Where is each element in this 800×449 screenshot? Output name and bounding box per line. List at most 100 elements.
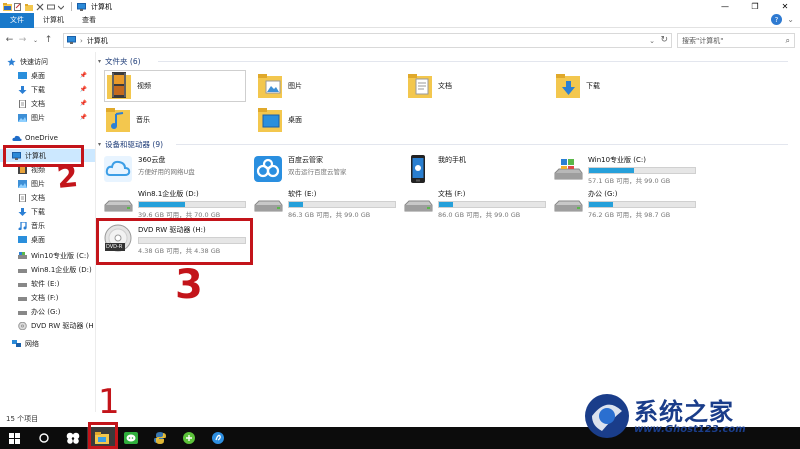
download-icon [18, 207, 27, 216]
nav-quick-desktop[interactable]: 桌面 📌 [0, 69, 95, 82]
nav-drive-f[interactable]: 文档 (F:) [0, 291, 95, 304]
windows-logo-icon [9, 432, 20, 444]
drive-icon [252, 188, 284, 218]
wechat-taskbar-button[interactable] [116, 427, 145, 449]
drive-usage-bar [288, 201, 396, 208]
window-title: 计算机 [91, 2, 112, 11]
nav-onedrive[interactable]: OneDrive [0, 131, 95, 144]
folder-desktop[interactable]: 桌面 [256, 104, 396, 136]
blue-circle-app-icon [211, 432, 224, 444]
blue-app-taskbar-button[interactable] [203, 427, 232, 449]
nav-network[interactable]: 网络 [0, 337, 95, 350]
nav-drive-dvd[interactable]: DVD RW 驱动器 (H [0, 319, 95, 332]
nav-drive-e[interactable]: 软件 (E:) [0, 277, 95, 290]
tab-computer[interactable]: 计算机 [34, 13, 73, 28]
address-bar[interactable]: › 计算机 ⌄ ↻ [63, 33, 672, 48]
folder-pictures[interactable]: 图片 [256, 70, 396, 102]
search-input[interactable]: 搜索"计算机" ⌕ [677, 33, 795, 48]
cloud-icon [12, 134, 22, 142]
python-taskbar-button[interactable] [145, 427, 174, 449]
nav-drive-d[interactable]: Win8.1企业版 (D:) [0, 263, 95, 276]
desktop-icon [18, 235, 27, 244]
minimize-button[interactable]: — [710, 0, 740, 13]
pin-icon[interactable]: 📌 [80, 72, 87, 79]
folder-downloads[interactable]: 下载 [554, 70, 694, 102]
baidu-cloud-icon [252, 154, 284, 184]
device-360-cloud[interactable]: 360云盘 方便好用的网络U盘 [102, 154, 252, 186]
collapse-chevron-icon[interactable]: ▾ [98, 58, 101, 65]
folder-music[interactable]: 音乐 [104, 104, 244, 136]
nav-quick-access[interactable]: 快速访问 [0, 55, 95, 68]
star-icon [7, 57, 16, 66]
up-arrow-icon[interactable]: ↑ [42, 35, 55, 45]
folders-group-header[interactable]: ▾ 文件夹 (6) [96, 55, 800, 67]
forward-arrow-icon[interactable]: → [16, 35, 29, 45]
folder-videos[interactable]: 视频 [104, 70, 246, 102]
drive-icon [552, 188, 584, 218]
nav-quick-documents[interactable]: 文档 📌 [0, 97, 95, 110]
drive-usage-bar [588, 167, 696, 174]
breadcrumb-computer[interactable]: 计算机 [87, 36, 108, 46]
recent-locations-icon[interactable]: ⌄ [29, 37, 42, 44]
device-baidu-cloud[interactable]: 百度云管家 双击运行百度云管家 [252, 154, 402, 186]
document-folder-icon [406, 71, 434, 101]
properties-icon[interactable] [14, 2, 22, 11]
chat-app-icon [123, 432, 138, 444]
expand-ribbon-icon[interactable]: ⌄ [787, 15, 794, 24]
cortana-circle-icon [38, 433, 49, 443]
tab-view[interactable]: 查看 [73, 13, 105, 28]
green-app-taskbar-button[interactable] [174, 427, 203, 449]
drive-icon [18, 280, 27, 288]
drive-icon [102, 188, 134, 218]
devices-group-header[interactable]: ▾ 设备和驱动器 (9) [96, 138, 800, 150]
rename-icon[interactable] [47, 3, 55, 11]
pinwheel-icon [66, 432, 79, 444]
delete-icon[interactable] [36, 3, 44, 11]
nav-drive-c[interactable]: Win10专业版 (C:) [0, 249, 95, 262]
nav-music[interactable]: 音乐 [0, 219, 95, 232]
start-button[interactable] [0, 427, 29, 449]
device-my-phone[interactable]: 我的手机 [402, 154, 552, 186]
pin-icon[interactable]: 📌 [80, 100, 87, 107]
nav-quick-downloads[interactable]: 下载 📌 [0, 83, 95, 96]
desktop-icon [18, 71, 27, 80]
close-button[interactable]: ✕ [770, 0, 800, 13]
back-arrow-icon[interactable]: ← [3, 35, 16, 45]
drive-d[interactable]: Win8.1企业版 (D:) 39.6 GB 可用，共 70.0 GB [102, 188, 252, 220]
refresh-icon[interactable]: ↻ [660, 35, 668, 45]
drive-icon [18, 294, 27, 302]
explorer-app-icon[interactable] [3, 2, 12, 11]
tab-file[interactable]: 文件 [0, 12, 34, 28]
document-icon [18, 99, 27, 108]
maximize-button[interactable]: ❐ [740, 0, 770, 13]
pin-icon[interactable]: 📌 [80, 86, 87, 93]
breadcrumb-separator[interactable]: › [80, 37, 83, 45]
new-folder-icon[interactable] [25, 3, 33, 11]
watermark-url: www.Ghost123.com [634, 424, 746, 435]
drive-f[interactable]: 文档 (F:) 86.0 GB 可用，共 99.0 GB [402, 188, 552, 220]
pin-icon[interactable]: 📌 [80, 114, 87, 121]
network-icon [12, 339, 21, 348]
address-dropdown-icon[interactable]: ⌄ [649, 37, 655, 45]
folder-documents[interactable]: 文档 [406, 70, 546, 102]
nav-desktop[interactable]: 桌面 [0, 233, 95, 246]
cloud-drive-icon [102, 154, 134, 184]
toolbar-divider [71, 2, 72, 11]
nav-drive-g[interactable]: 办公 (G:) [0, 305, 95, 318]
nav-pictures[interactable]: 图片 [0, 177, 95, 190]
computer-icon [77, 2, 86, 11]
task-view-button[interactable] [58, 427, 87, 449]
nav-quick-pictures[interactable]: 图片 📌 [0, 111, 95, 124]
customize-toolbar-icon[interactable] [57, 3, 66, 11]
annotation-number-one: 1 [98, 382, 120, 422]
navigation-pane: 快速访问 桌面 📌 下载 📌 文档 📌 图片 📌 OneDrive 计算机 视频 图片 … [0, 52, 95, 410]
nav-downloads[interactable]: 下载 [0, 205, 95, 218]
help-button[interactable]: ? [771, 14, 782, 25]
drive-g[interactable]: 办公 (G:) 76.2 GB 可用，共 98.7 GB [552, 188, 702, 220]
annotation-box-explorer-taskbar [88, 422, 118, 449]
collapse-chevron-icon[interactable]: ▾ [98, 141, 101, 148]
search-cortana-button[interactable] [29, 427, 58, 449]
nav-documents[interactable]: 文档 [0, 191, 95, 204]
drive-e[interactable]: 软件 (E:) 86.3 GB 可用，共 99.0 GB [252, 188, 402, 220]
drive-c[interactable]: Win10专业版 (C:) 57.1 GB 可用，共 99.0 GB [552, 154, 702, 186]
